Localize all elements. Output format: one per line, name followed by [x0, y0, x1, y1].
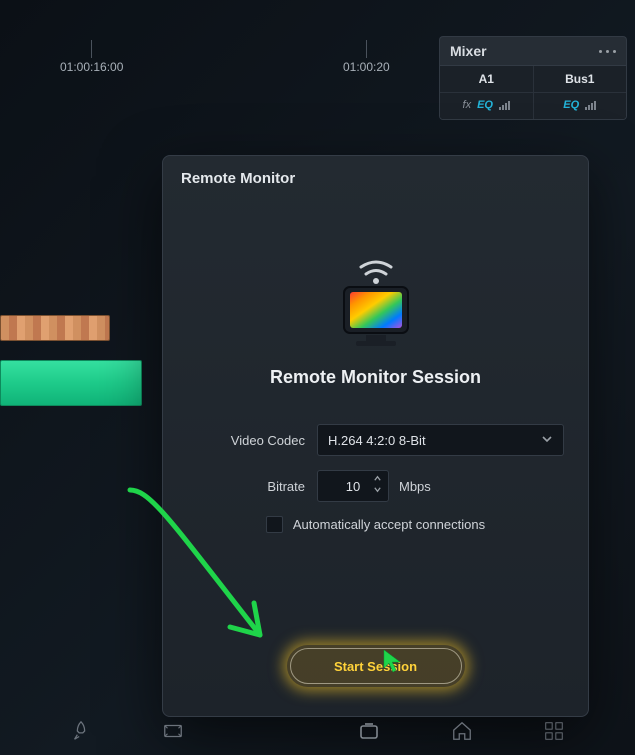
grid-icon[interactable] — [543, 720, 565, 742]
mixer-track-a1[interactable]: A1 fx EQ — [440, 66, 534, 119]
rocket-icon[interactable] — [70, 720, 92, 742]
clip-icon[interactable] — [162, 720, 184, 742]
stepper-down-icon[interactable] — [373, 485, 382, 494]
level-bars-icon — [585, 100, 596, 110]
app-root: 01:00:16:00 01:00:20 Mixer A1 fx EQ Bus1 — [0, 0, 635, 755]
chevron-down-icon — [541, 433, 553, 445]
bitrate-unit: Mbps — [399, 479, 431, 494]
dialog-title: Remote Monitor — [163, 156, 588, 201]
track-name: Bus1 — [534, 72, 627, 93]
timeline-tick: 01:00:20 — [343, 40, 390, 74]
mixer-options-icon[interactable] — [599, 50, 616, 53]
eq-label[interactable]: EQ — [563, 99, 579, 111]
home-icon[interactable] — [451, 720, 473, 742]
bitrate-stepper[interactable]: 10 — [317, 470, 389, 502]
auto-accept-label: Automatically accept connections — [293, 517, 485, 532]
timeline-video-clip[interactable] — [0, 315, 110, 341]
bitrate-value: 10 — [346, 479, 360, 494]
codec-select[interactable]: H.264 4:2:0 8-Bit — [317, 424, 564, 456]
mixer-tracks: A1 fx EQ Bus1 EQ — [439, 65, 627, 120]
start-session-button[interactable]: Start Session — [290, 648, 462, 684]
fx-label: fx — [463, 99, 472, 111]
remote-monitor-icon — [326, 259, 426, 349]
track-name: A1 — [440, 72, 533, 93]
level-bars-icon — [499, 100, 510, 110]
timeline-tick: 01:00:16:00 — [60, 40, 123, 74]
session-heading: Remote Monitor Session — [187, 367, 564, 388]
bitrate-label: Bitrate — [187, 479, 305, 494]
codec-label: Video Codec — [187, 433, 305, 448]
remote-monitor-dialog: Remote Monitor — [162, 155, 589, 717]
workspace-tabs — [0, 711, 635, 751]
mixer-header: Mixer — [439, 36, 627, 65]
media-icon[interactable] — [357, 719, 381, 743]
mixer-panel: Mixer A1 fx EQ Bus1 EQ — [439, 36, 627, 120]
timeline-ruler[interactable]: 01:00:16:00 01:00:20 — [0, 40, 435, 80]
codec-value: H.264 4:2:0 8-Bit — [328, 433, 426, 448]
mixer-title: Mixer — [450, 43, 487, 59]
stepper-up-icon[interactable] — [373, 474, 382, 483]
start-session-label: Start Session — [334, 659, 417, 674]
eq-label[interactable]: EQ — [477, 99, 493, 111]
auto-accept-checkbox[interactable] — [266, 516, 283, 533]
timeline-audio-clip[interactable] — [0, 360, 142, 406]
mixer-track-bus1[interactable]: Bus1 EQ — [534, 66, 627, 119]
